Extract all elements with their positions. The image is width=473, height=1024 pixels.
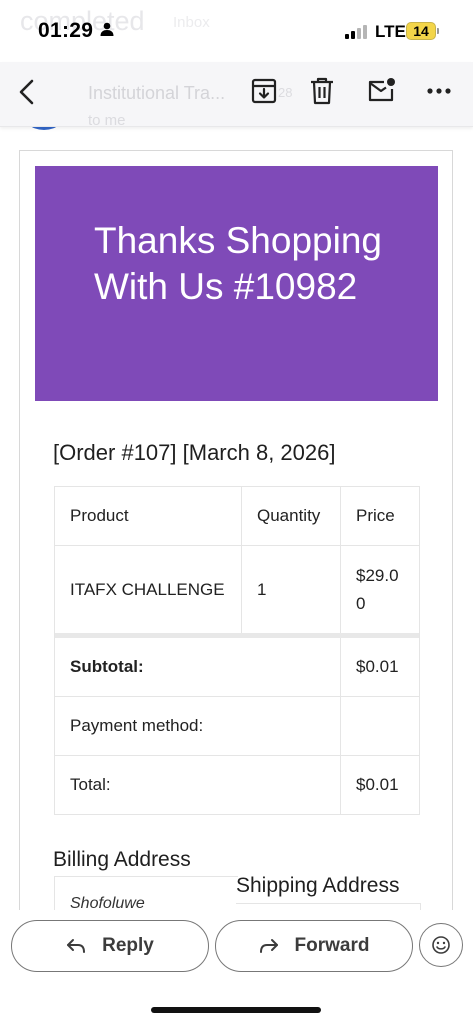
product-price: $29.00 [356, 565, 399, 613]
order-heading: [Order #107] [March 8, 2026] [53, 440, 336, 465]
clock-time: 01:29 [38, 19, 94, 42]
payment-method-label: Payment method: [55, 697, 341, 755]
ghost-recipient: to me [88, 112, 126, 129]
email-body: Thanks Shopping With Us #10982 [Order #1… [19, 150, 453, 910]
reply-label: Reply [102, 935, 154, 956]
product-name: ITAFX CHALLENGE [55, 546, 242, 633]
shipping-address-box [236, 903, 421, 910]
forward-label: Forward [294, 935, 370, 956]
payment-method-value [341, 697, 419, 755]
hero-title: Thanks Shopping With Us #10982 [94, 220, 382, 307]
total-label: Total: [55, 756, 341, 814]
billing-address-box: Shofoluwe [54, 876, 238, 910]
product-quantity: 1 [242, 546, 341, 633]
trash-icon[interactable] [310, 77, 334, 105]
column-header-quantity: Quantity [242, 487, 341, 545]
ghost-sender-name: Institutional Tra... [88, 83, 226, 103]
home-indicator [151, 1007, 321, 1013]
network-type: LTE [375, 22, 406, 41]
order-table: Product Quantity Price ITAFX CHALLENGE 1… [54, 486, 420, 815]
hero-banner: Thanks Shopping With Us #10982 [35, 166, 438, 401]
status-bar: completed Inbox 01:29 LTE 14 [0, 0, 473, 62]
emoji-reaction-button[interactable] [419, 923, 463, 967]
total-value: $0.01 [356, 775, 399, 794]
battery-tip [437, 28, 439, 34]
table-row: ITAFX CHALLENGE 1 $29.00 [55, 546, 419, 638]
forward-icon [259, 938, 279, 954]
payment-method-row: Payment method: [55, 697, 419, 756]
email-toolbar: Institutional Tra... 28 [0, 62, 473, 127]
billing-address-heading: Billing Address [53, 848, 191, 871]
ghost-inbox-label: Inbox [173, 14, 210, 31]
billing-name: Shofoluwe [70, 895, 145, 910]
subtotal-value: $0.01 [356, 657, 399, 676]
archive-icon[interactable] [251, 78, 277, 104]
person-icon [100, 22, 114, 36]
battery-icon: 14 [406, 22, 436, 40]
back-arrow-icon[interactable] [16, 78, 38, 106]
ghost-date: 28 [278, 85, 293, 100]
total-row: Total: $0.01 [55, 756, 419, 814]
shipping-address-heading: Shipping Address [236, 874, 400, 897]
reply-button[interactable]: Reply [11, 920, 209, 972]
column-header-product: Product [55, 487, 242, 545]
smiley-icon [432, 936, 450, 954]
forward-button[interactable]: Forward [215, 920, 413, 972]
subtotal-row: Subtotal: $0.01 [55, 638, 419, 697]
signal-strength-icon [345, 25, 371, 39]
reply-icon [66, 938, 86, 954]
mark-unread-icon[interactable] [367, 77, 397, 103]
more-icon[interactable] [427, 88, 451, 94]
column-header-price: Price [356, 506, 395, 525]
subtotal-label: Subtotal: [55, 638, 341, 696]
bottom-action-bar: Reply Forward [0, 910, 473, 1024]
table-header-row: Product Quantity Price [55, 487, 419, 546]
